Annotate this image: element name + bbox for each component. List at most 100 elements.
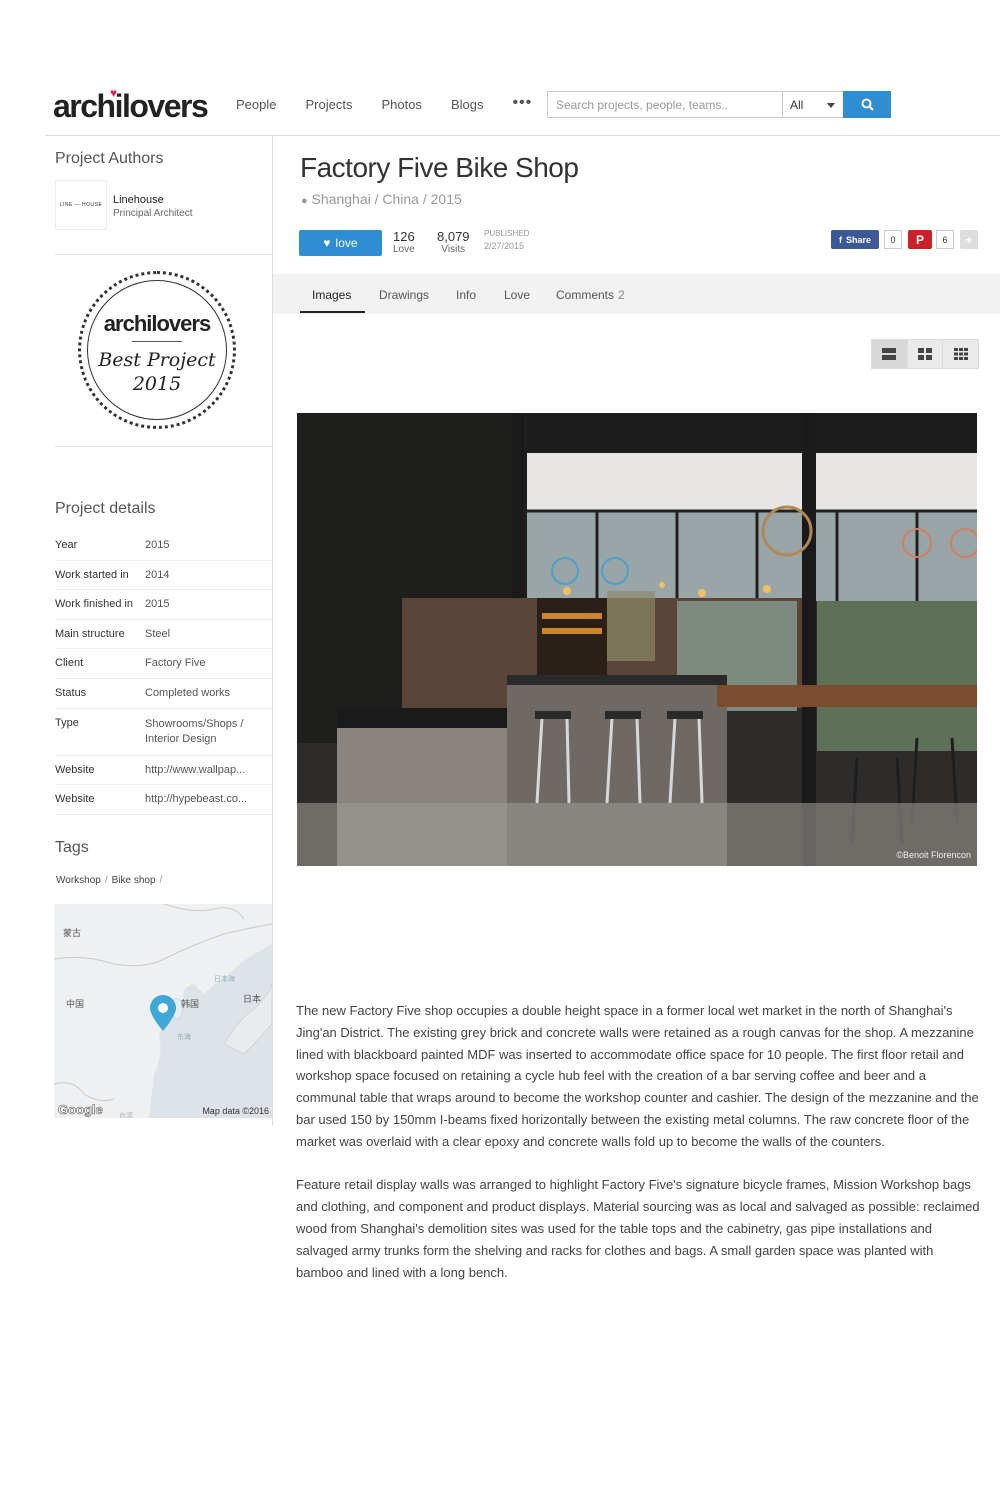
- location-pin-icon: ●: [301, 195, 308, 207]
- detail-value: Completed works: [145, 686, 230, 699]
- search-icon: [861, 98, 874, 111]
- detail-label: Website: [55, 763, 95, 776]
- tag-bike-shop[interactable]: Bike shop: [112, 875, 156, 886]
- plus-icon[interactable]: +: [960, 230, 978, 249]
- facebook-count: 0: [884, 230, 902, 249]
- detail-row: Main structure Steel: [55, 620, 273, 650]
- project-description: The new Factory Five shop occupies a dou…: [296, 1000, 980, 1305]
- detail-row: Work finished in 2015: [55, 590, 273, 620]
- detail-label: Work started in: [55, 568, 129, 581]
- heart-icon: ♥: [110, 86, 117, 100]
- visits-stat: 8,079 Visits: [437, 229, 470, 255]
- detail-label: Type: [55, 716, 79, 729]
- view-small-grid-button[interactable]: [943, 340, 978, 368]
- map-label: 中国: [66, 999, 85, 1009]
- tab-images[interactable]: Images: [312, 288, 351, 302]
- heart-icon: ♥: [323, 236, 331, 250]
- map-attribution[interactable]: Map data ©2016: [202, 1106, 269, 1116]
- published-label: PUBLISHED: [484, 229, 530, 238]
- photo-credit: ©Benoit Florencon: [896, 850, 971, 860]
- tag-workshop[interactable]: Workshop: [56, 875, 101, 886]
- tags-heading: Tags: [55, 839, 89, 856]
- detail-label: Website: [55, 793, 95, 806]
- detail-value: 2015: [145, 539, 170, 551]
- author-name[interactable]: Linehouse: [113, 194, 164, 206]
- detail-value: Steel: [145, 627, 171, 640]
- search-input[interactable]: Search projects, people, teams..: [547, 91, 783, 118]
- chevron-down-icon: [827, 103, 835, 108]
- detail-row: Year 2015: [55, 531, 273, 561]
- divider: [55, 254, 273, 255]
- tab-drawings[interactable]: Drawings: [379, 288, 429, 302]
- google-logo: Google: [58, 1102, 103, 1118]
- pinterest-icon[interactable]: P: [908, 230, 932, 249]
- tab-comments[interactable]: Comments 2: [556, 288, 625, 302]
- map-label: 蒙古: [63, 928, 82, 938]
- website-link[interactable]: http://hypebeast.co...: [145, 793, 273, 806]
- map-label: 日本海: [214, 976, 235, 983]
- small-grid-view-icon: [953, 348, 968, 360]
- project-location: ● Shanghai / China / 2015: [301, 191, 462, 207]
- detail-label: Year: [55, 539, 78, 551]
- view-grid-button[interactable]: [908, 340, 944, 368]
- published-date: 2/27/2015: [484, 241, 525, 251]
- best-project-badge: archilovers Best Project 2015: [78, 271, 236, 429]
- detail-label: Main structure: [55, 627, 125, 640]
- project-details-table: Year 2015 Work started in 2014 Work finish…: [55, 531, 273, 815]
- tab-comments-label: Comments: [556, 288, 615, 302]
- detail-row: Website http://www.wallpap...: [55, 756, 273, 786]
- visits-count: 8,079: [437, 229, 470, 244]
- description-paragraph: Feature retail display walls was arrange…: [296, 1177, 980, 1280]
- author-logo: LINE — HOUSE: [55, 180, 107, 230]
- tab-love[interactable]: Love: [504, 288, 530, 302]
- love-button-label: love: [335, 236, 358, 250]
- location-map[interactable]: 蒙古 中国 韩国 日本 日本海 东海 台湾 Google Map data ©2…: [54, 904, 272, 1118]
- interior-photo-illustration: [297, 413, 977, 866]
- nav-blogs[interactable]: Blogs: [451, 97, 484, 112]
- pinterest-count: 6: [936, 230, 954, 249]
- nav-projects[interactable]: Projects: [305, 97, 352, 112]
- site-header: archilovers ♥ People Projects Photos Blo…: [45, 80, 1000, 136]
- main-content: Factory Five Bike Shop ● Shanghai / Chin…: [273, 136, 1000, 1436]
- love-button[interactable]: ♥ love: [299, 230, 382, 256]
- grid-view-icon: [918, 348, 932, 360]
- detail-row: Client Factory Five: [55, 649, 273, 679]
- author-card[interactable]: LINE — HOUSE Linehouse Principal Archite…: [55, 180, 273, 232]
- map-label: 台湾: [119, 1113, 133, 1118]
- detail-label: Work finished in: [55, 598, 134, 611]
- detail-row: Website http://hypebeast.co...: [55, 785, 273, 815]
- detail-value[interactable]: Factory Five: [145, 657, 273, 670]
- project-photo[interactable]: ©Benoit Florencon: [297, 413, 977, 866]
- location-text: Shanghai / China / 2015: [311, 191, 462, 207]
- facebook-share-button[interactable]: f Share: [831, 230, 879, 249]
- search-scope-select[interactable]: All: [782, 91, 844, 118]
- divider: [55, 446, 273, 447]
- sidebar: Project Authors LINE — HOUSE Linehouse P…: [45, 136, 273, 1126]
- nav-people[interactable]: People: [236, 97, 276, 112]
- tag-list: Workshop / Bike shop /: [56, 875, 163, 886]
- map-label: 东海: [177, 1034, 191, 1041]
- love-count: 126: [393, 229, 415, 244]
- tab-info[interactable]: Info: [456, 288, 476, 302]
- list-view-icon: [882, 348, 897, 360]
- website-link[interactable]: http://www.wallpap...: [145, 764, 273, 777]
- view-single-button[interactable]: [872, 340, 908, 368]
- love-label: Love: [393, 244, 415, 255]
- nav-photos[interactable]: Photos: [381, 97, 421, 112]
- detail-row: Type Showrooms/Shops / Interior Design: [55, 709, 273, 756]
- badge-year: 2015: [132, 373, 182, 395]
- badge-title: Best Project: [98, 349, 216, 371]
- archilovers-logo[interactable]: archilovers ♥: [53, 86, 209, 125]
- project-details-heading: Project details: [55, 500, 156, 517]
- active-tab-indicator: [300, 311, 365, 313]
- author-role: Principal Architect: [113, 208, 193, 219]
- detail-row: Work started in 2014: [55, 561, 273, 591]
- search-button[interactable]: [843, 91, 891, 118]
- more-menu-icon[interactable]: •••: [512, 94, 532, 112]
- map-pin-icon[interactable]: [148, 994, 178, 1032]
- project-authors-heading: Project Authors: [55, 150, 164, 167]
- badge-logo: archilovers: [103, 311, 211, 336]
- page-title: Factory Five Bike Shop: [300, 152, 579, 183]
- facebook-share-label: Share: [845, 234, 871, 245]
- detail-value: 2014: [145, 568, 170, 581]
